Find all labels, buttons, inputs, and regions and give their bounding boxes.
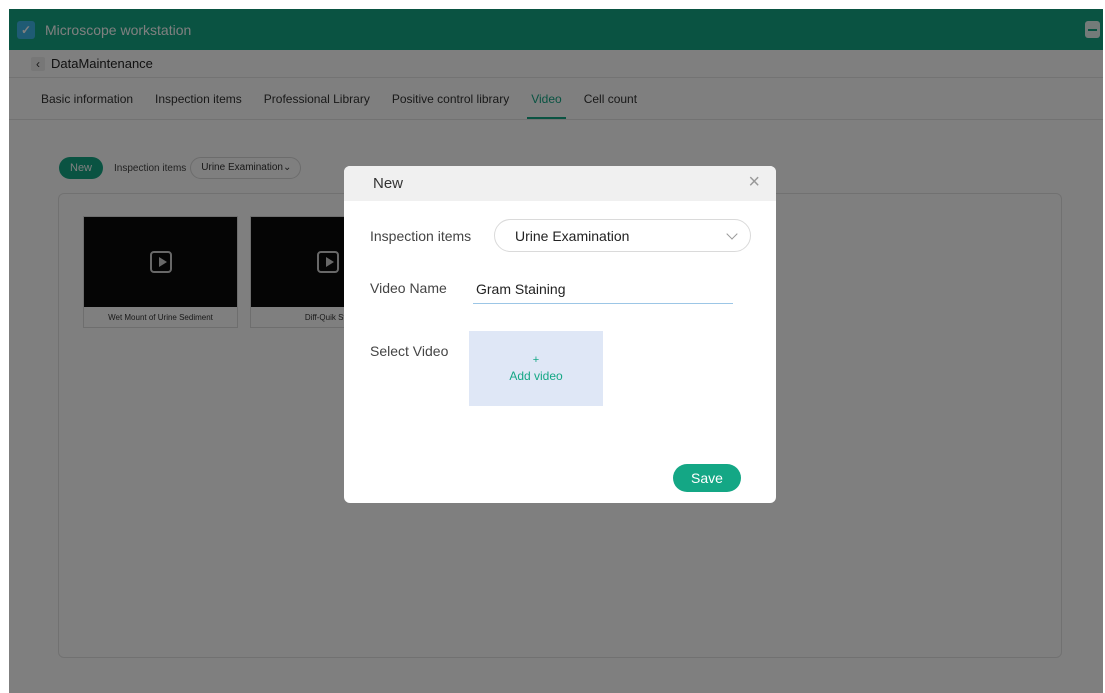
video-name-label: Video Name	[370, 280, 447, 296]
add-video-label: Add video	[509, 369, 563, 383]
new-video-dialog: New × Inspection items Urine Examination…	[344, 166, 776, 503]
inspection-items-select[interactable]: Urine Examination	[494, 219, 751, 252]
video-name-input[interactable]	[473, 275, 733, 304]
dialog-header: New	[344, 166, 776, 201]
save-button[interactable]: Save	[673, 464, 741, 492]
close-icon[interactable]: ×	[748, 172, 760, 192]
select-video-label: Select Video	[370, 343, 449, 359]
inspection-items-label: Inspection items	[370, 228, 472, 244]
inspection-items-value: Urine Examination	[515, 228, 630, 244]
dialog-title: New	[373, 175, 404, 192]
app-window: ✓ Microscope workstation ‹ DataMaintenan…	[9, 9, 1103, 693]
plus-icon: +	[532, 354, 540, 366]
chevron-down-icon	[726, 228, 738, 240]
add-video-button[interactable]: + Add video	[469, 331, 603, 406]
